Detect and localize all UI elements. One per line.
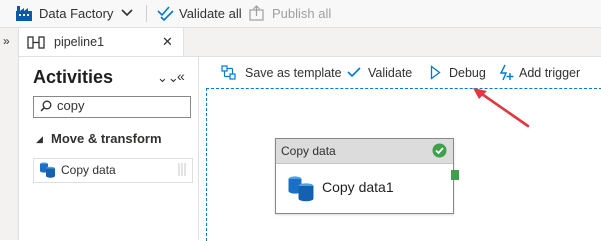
- pane-divider: [198, 56, 199, 240]
- annotation-arrow: [473, 88, 530, 128]
- save-as-template-button[interactable]: Save as template: [245, 66, 342, 80]
- node-type-label: Copy data: [281, 144, 336, 158]
- category-move-transform[interactable]: Move & transform: [51, 131, 162, 146]
- copy-data-icon: [40, 162, 55, 178]
- debug-button[interactable]: Debug: [449, 66, 486, 80]
- data-factory-icon: [16, 6, 32, 21]
- drag-handle-icon[interactable]: [177, 163, 187, 176]
- collapse-all-icon[interactable]: ⌄⌄: [157, 70, 179, 86]
- chevron-down-icon[interactable]: [121, 8, 133, 18]
- validate-button[interactable]: Validate: [368, 66, 412, 80]
- pipeline-icon: [27, 36, 45, 49]
- tab-label: pipeline1: [54, 35, 105, 49]
- node-name-label: Copy data1: [322, 179, 394, 195]
- validate-all-icon[interactable]: [157, 6, 174, 21]
- publish-all-button[interactable]: Publish all: [272, 6, 331, 21]
- activities-title: Activities: [33, 67, 114, 87]
- save-template-icon[interactable]: [221, 65, 236, 80]
- success-check-icon: [432, 143, 447, 158]
- data-factory-label[interactable]: Data Factory: [39, 6, 113, 21]
- copy-data-icon: [288, 176, 314, 202]
- validate-all-button[interactable]: Validate all: [179, 6, 242, 21]
- play-icon[interactable]: [430, 65, 441, 80]
- hide-pane-icon[interactable]: «: [177, 68, 185, 84]
- trigger-icon[interactable]: [498, 64, 514, 81]
- add-trigger-button[interactable]: Add trigger: [519, 66, 580, 80]
- search-icon: [40, 100, 52, 112]
- close-icon[interactable]: ✕: [162, 34, 173, 50]
- expand-menu-icon[interactable]: »: [3, 34, 10, 48]
- success-output-port[interactable]: [451, 170, 459, 180]
- left-nav-strip: [0, 28, 19, 240]
- caret-down-icon[interactable]: ◢: [36, 134, 43, 145]
- activity-item-label: Copy data: [61, 163, 116, 177]
- search-value[interactable]: copy: [57, 98, 84, 113]
- publish-icon: [249, 5, 264, 21]
- toolbar-separator: [146, 5, 147, 22]
- validate-icon[interactable]: [347, 67, 361, 78]
